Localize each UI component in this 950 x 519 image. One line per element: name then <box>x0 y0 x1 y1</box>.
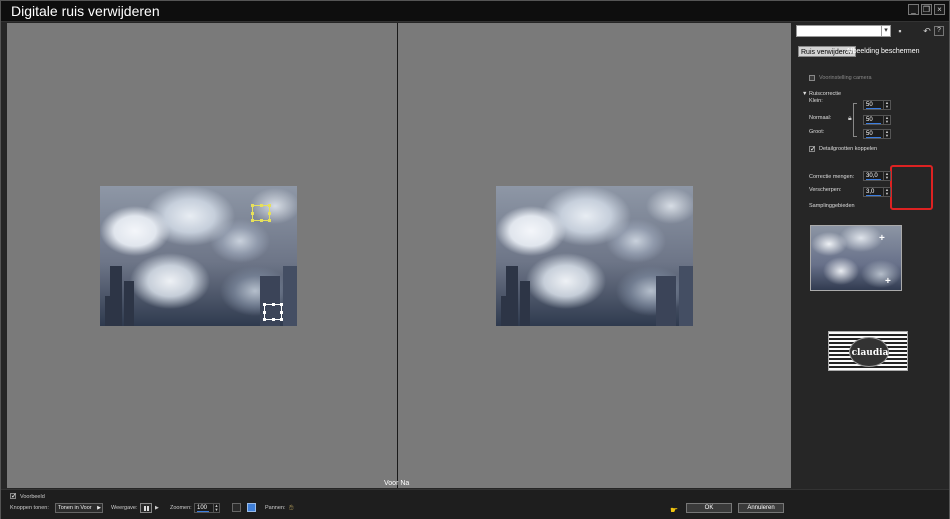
preview-checkbox[interactable]: ✓ <box>10 493 17 500</box>
save-preset-icon[interactable]: ▪ <box>895 26 905 36</box>
title-bar: Digitale ruis verwijderen _ ❐ × <box>1 1 949 22</box>
blend-correction-label: Correctie mengen: <box>809 174 855 180</box>
sampling-thumbnail[interactable]: + + <box>810 225 902 291</box>
annotation-highlight <box>890 165 933 210</box>
settings-panel: ▾ ▪ ↶ ? Ruis verwijderen Afbeelding besc… <box>793 23 949 488</box>
small-value-spinner[interactable]: 50 ▲ ▼ <box>863 100 891 110</box>
minimize-icon[interactable]: _ <box>908 4 919 15</box>
zoom-spinner[interactable]: 100 ▲ ▼ <box>194 503 220 513</box>
sample-region-2[interactable] <box>263 303 283 321</box>
noise-removal-dialog: Digitale ruis verwijderen _ ❐ × Voor Na … <box>0 0 950 519</box>
camera-preset-label: Voorinstelling camera <box>819 75 872 81</box>
chevron-down-icon[interactable]: ▾ <box>881 26 890 36</box>
link-bracket <box>853 103 857 137</box>
link-sizes-checkbox[interactable]: ✓ <box>809 146 816 153</box>
reset-icon[interactable]: ↶ <box>922 26 932 36</box>
restore-icon[interactable]: ❐ <box>921 4 932 15</box>
large-value-spinner[interactable]: 50 ▲ ▼ <box>863 129 891 139</box>
show-buttons-dropdown[interactable]: Tonen in Voor ▶ <box>55 503 103 513</box>
sampling-areas-label: Samplinggebieden <box>809 203 855 209</box>
sharpen-spinner[interactable]: 3,0 ▲ ▼ <box>863 187 891 197</box>
collapse-arrow-icon[interactable]: ▼ <box>802 91 807 97</box>
noise-correction-label: Ruiscorrectie <box>809 91 842 97</box>
preview-area <box>7 23 791 488</box>
help-icon[interactable]: ? <box>934 26 944 36</box>
pointing-hand-icon: ☛ <box>670 505 679 515</box>
logo-emblem: claudia <box>849 337 889 367</box>
preview-label: Voorbeeld <box>20 494 45 500</box>
window-title: Digitale ruis verwijderen <box>11 3 160 19</box>
large-label: Groot: <box>809 129 825 135</box>
fit-window-icon[interactable] <box>232 503 241 512</box>
watermark-logo: claudia <box>828 331 908 371</box>
before-after-label: Voor Na <box>384 480 410 487</box>
before-image <box>100 186 297 326</box>
zoom-label: Zoomen: <box>170 505 192 511</box>
pan-label: Pannen: <box>265 505 286 511</box>
split-view-button[interactable] <box>140 503 152 513</box>
bottom-toolbar: ✓ Voorbeeld Knoppen tonen: Tonen in Voor… <box>1 489 949 519</box>
sample-point-marker-2[interactable]: + <box>885 277 891 287</box>
small-label: Klein: <box>809 98 823 104</box>
link-sizes-label: Detailgrootten koppelen <box>819 146 878 152</box>
chevron-right-icon: ▶ <box>97 505 101 511</box>
ok-button[interactable]: OK <box>686 503 732 513</box>
hand-pan-icon[interactable]: ✋︎ <box>289 503 294 513</box>
after-image <box>496 186 693 326</box>
preset-dropdown[interactable]: ▾ <box>796 25 891 37</box>
camera-preset-checkbox[interactable] <box>809 75 815 81</box>
sample-region-1[interactable] <box>251 204 271 222</box>
view-menu-arrow-icon[interactable]: ▶ <box>155 505 159 511</box>
after-pane[interactable] <box>398 23 791 488</box>
normal-value-spinner[interactable]: 50 ▲ ▼ <box>863 115 891 125</box>
view-label: Weergave: <box>111 505 138 511</box>
blend-correction-spinner[interactable]: 30,0 ▲ ▼ <box>863 171 891 181</box>
show-buttons-label: Knoppen tonen: <box>10 505 49 511</box>
close-icon[interactable]: × <box>934 4 945 15</box>
actual-size-icon[interactable] <box>247 503 256 512</box>
before-pane[interactable] <box>7 23 397 488</box>
window-controls: _ ❐ × <box>908 4 945 15</box>
normal-label: Normaal: <box>809 115 832 121</box>
sharpen-label: Verscherpen: <box>809 187 842 193</box>
cancel-button[interactable]: Annuleren <box>738 503 784 513</box>
tab-protect-image[interactable]: Afbeelding beschermen <box>844 46 922 57</box>
sample-point-marker-1[interactable]: + <box>879 234 885 244</box>
